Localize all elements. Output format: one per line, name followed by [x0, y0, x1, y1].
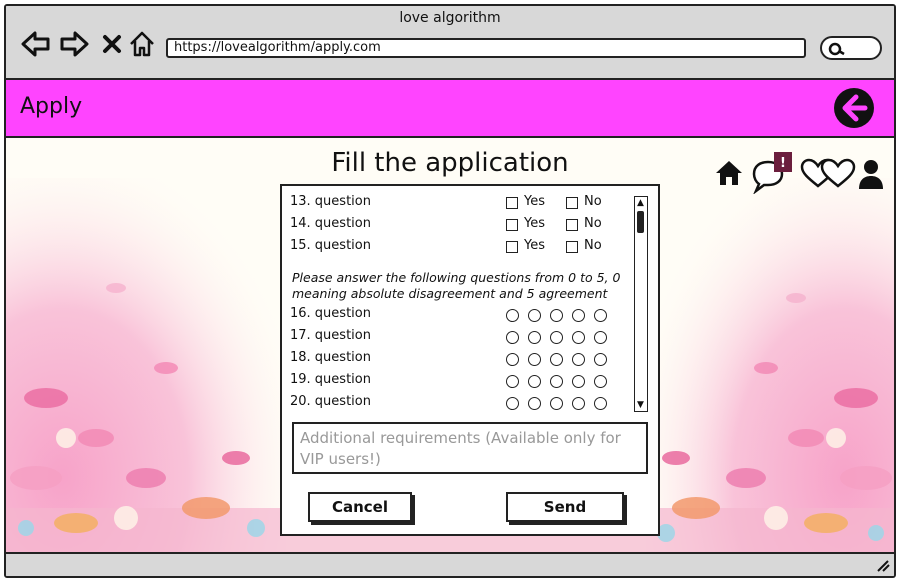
scale-radio[interactable] — [506, 353, 519, 366]
yes-checkbox[interactable] — [506, 219, 518, 231]
no-label: No — [584, 216, 602, 231]
notification-badge: ! — [780, 156, 786, 171]
scale-radio[interactable] — [506, 397, 519, 410]
question-label: 14. question — [290, 216, 371, 231]
send-button[interactable]: Send — [506, 492, 624, 522]
yes-checkbox[interactable] — [506, 241, 518, 253]
home-outline-icon[interactable] — [126, 28, 158, 60]
no-checkbox[interactable] — [566, 241, 578, 253]
yes-label: Yes — [524, 238, 545, 253]
scrollbar-thumb[interactable] — [637, 211, 644, 233]
content-area: Fill the application ! 13. question Yes … — [6, 138, 894, 552]
scale-radio[interactable] — [572, 353, 585, 366]
yes-label: Yes — [524, 216, 545, 231]
no-checkbox[interactable] — [566, 219, 578, 231]
scale-radio[interactable] — [550, 331, 563, 344]
scroll-down-icon[interactable]: ▼ — [635, 399, 646, 411]
browser-chrome: love algorithm https://lovealgorithm/app… — [6, 6, 894, 80]
scale-radio[interactable] — [550, 375, 563, 388]
question-row: 13. question Yes No — [290, 194, 640, 212]
scale-radio[interactable] — [572, 331, 585, 344]
resize-grip-icon[interactable] — [874, 558, 890, 572]
question-label: 19. question — [290, 372, 371, 387]
question-row: 18. question — [290, 350, 640, 368]
close-x-icon[interactable] — [96, 28, 128, 60]
forward-arrow-icon[interactable] — [58, 28, 90, 60]
yes-label: Yes — [524, 194, 545, 209]
hearts-icon[interactable] — [800, 158, 856, 194]
scale-radio[interactable] — [506, 375, 519, 388]
window-title: love algorithm — [399, 10, 501, 26]
scale-radio[interactable] — [550, 309, 563, 322]
chat-bubble-icon[interactable]: ! — [750, 152, 794, 195]
scale-instructions: Please answer the following questions fr… — [292, 270, 621, 301]
scroll-up-icon[interactable]: ▲ — [635, 197, 646, 209]
scale-radio[interactable] — [594, 331, 607, 344]
scale-radio[interactable] — [594, 353, 607, 366]
home-icon[interactable] — [714, 158, 744, 194]
question-row: 16. question — [290, 306, 640, 324]
question-label: 13. question — [290, 194, 371, 209]
no-checkbox[interactable] — [566, 197, 578, 209]
question-row: 15. question Yes No — [290, 238, 640, 256]
question-label: 18. question — [290, 350, 371, 365]
question-row: 19. question — [290, 372, 640, 390]
scale-radio[interactable] — [572, 375, 585, 388]
scale-radio[interactable] — [528, 331, 541, 344]
cancel-button[interactable]: Cancel — [308, 492, 412, 522]
url-input[interactable]: https://lovealgorithm/apply.com — [166, 38, 806, 58]
scale-radio[interactable] — [506, 331, 519, 344]
scale-radio[interactable] — [594, 309, 607, 322]
additional-requirements-textarea[interactable]: Additional requirements (Available only … — [292, 422, 648, 474]
vertical-scrollbar[interactable]: ▲ ▼ — [634, 196, 648, 412]
arrow-left-circle-icon[interactable] — [832, 86, 876, 130]
scale-radio[interactable] — [572, 397, 585, 410]
scale-radio[interactable] — [528, 375, 541, 388]
status-bar — [6, 552, 894, 576]
scale-radio[interactable] — [528, 397, 541, 410]
app-header: Apply — [6, 80, 894, 138]
back-arrow-icon[interactable] — [20, 28, 52, 60]
scale-radio[interactable] — [506, 309, 519, 322]
question-label: 16. question — [290, 306, 371, 321]
question-row: 17. question — [290, 328, 640, 346]
question-list[interactable]: 13. question Yes No 14. question Yes No … — [286, 190, 648, 412]
application-form: 13. question Yes No 14. question Yes No … — [280, 184, 660, 536]
scale-radio[interactable] — [594, 397, 607, 410]
search-box[interactable] — [820, 36, 882, 60]
scale-radio[interactable] — [550, 353, 563, 366]
scale-radio[interactable] — [528, 353, 541, 366]
scale-radio[interactable] — [594, 375, 607, 388]
search-icon — [828, 42, 845, 56]
question-label: 15. question — [290, 238, 371, 253]
user-icon[interactable] — [858, 158, 884, 194]
question-label: 17. question — [290, 328, 371, 343]
scale-radio[interactable] — [528, 309, 541, 322]
yes-checkbox[interactable] — [506, 197, 518, 209]
scale-radio[interactable] — [572, 309, 585, 322]
question-row: 14. question Yes No — [290, 216, 640, 234]
question-label: 20. question — [290, 394, 371, 409]
no-label: No — [584, 238, 602, 253]
scale-radio[interactable] — [550, 397, 563, 410]
browser-window: love algorithm https://lovealgorithm/app… — [4, 4, 896, 578]
page-title: Apply — [20, 94, 83, 119]
no-label: No — [584, 194, 602, 209]
question-row: 20. question — [290, 394, 640, 412]
